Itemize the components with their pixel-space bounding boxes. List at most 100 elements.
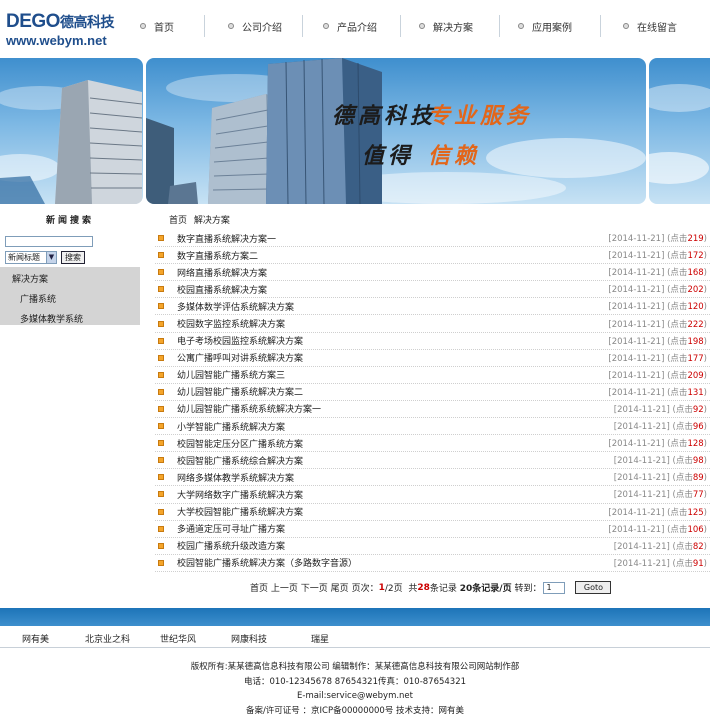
article-meta: [2014-11-21] (点击222) [608, 318, 707, 330]
friend-link[interactable]: 世纪华风 [160, 632, 196, 645]
sky-illustration [649, 84, 710, 184]
category-broadcast[interactable]: 广播系统 [0, 290, 140, 310]
article-meta: [2014-11-21] (点击209) [608, 369, 707, 381]
search-button[interactable]: 搜索 [61, 251, 85, 264]
article-title[interactable]: 电子考场校园监控系统解决方案 [177, 334, 303, 347]
banner-panel-main: 德高科技 专业服务 值得 信赖 [146, 58, 646, 204]
click-prefix: (点击 [672, 404, 693, 415]
nav-cases-label: 应用案例 [532, 22, 572, 34]
pager-prev[interactable]: 上一页 [271, 581, 298, 594]
article-title[interactable]: 多媒体数学评估系统解决方案 [177, 300, 294, 313]
article-title[interactable]: 校园智能定压分区广播系统方案 [177, 437, 303, 450]
click-prefix: (点击 [672, 456, 693, 467]
article-title[interactable]: 大学网络数字广播系统解决方案 [177, 488, 303, 501]
pager-next[interactable]: 下一页 [301, 581, 328, 594]
article-title[interactable]: 多通道定压可寻址广播方案 [177, 522, 285, 535]
friend-link[interactable]: 瑞星 [311, 632, 329, 645]
nav-company[interactable]: 公司介绍 [205, 13, 302, 39]
article-title[interactable]: 校园直播系统解决方案 [177, 283, 267, 296]
click-suffix: ) [703, 473, 707, 484]
article-date: [2014-11-21] [608, 507, 665, 518]
article-date: [2014-11-21] [613, 541, 670, 552]
article-meta: [2014-11-21] (点击219) [608, 232, 707, 244]
article-title[interactable]: 幼儿园智能广播系统解决方案二 [177, 385, 303, 398]
nav-products[interactable]: 产品介绍 [303, 13, 400, 39]
article-title[interactable]: 数字直播系统解决方案一 [177, 232, 276, 245]
article-title[interactable]: 数字直播系统方案二 [177, 249, 258, 262]
article-title[interactable]: 公寓广播呼叫对讲系统解决方案 [177, 351, 303, 364]
click-count: 77 [692, 490, 704, 501]
article-row: 校园数字监控系统解决方案 [2014-11-21] (点击222) [155, 315, 710, 333]
article-date: [2014-11-21] [608, 302, 665, 313]
category-menu: 解决方案 广播系统 多媒体教学系统 [0, 267, 140, 325]
friend-links: 网有美 北京业之科 世纪华风 网康科技 瑞星 [0, 626, 710, 648]
pager-per-page: 20条记录/页 [459, 584, 512, 594]
logo[interactable]: DEGO德高科技 www.webym.net [6, 11, 114, 48]
article-title[interactable]: 网络多媒体教学系统解决方案 [177, 471, 294, 484]
article-meta: [2014-11-21] (点击198) [608, 335, 707, 347]
article-title[interactable]: 校园广播系统升级改造方案 [177, 539, 285, 552]
bullet-icon [518, 23, 524, 29]
pager-total-prefix: 共 [408, 584, 418, 594]
click-count: 177 [687, 353, 704, 364]
nav-cases[interactable]: 应用案例 [500, 13, 600, 39]
click-prefix: (点击 [667, 285, 688, 296]
pager-first[interactable]: 首页 [250, 581, 268, 594]
bullet-icon [158, 388, 164, 395]
article-title[interactable]: 校园数字监控系统解决方案 [177, 317, 285, 330]
article-title[interactable]: 幼儿园智能广播系统系统解决方案一 [177, 402, 321, 415]
article-row: 大学校园智能广播系统解决方案 [2014-11-21] (点击125) [155, 504, 710, 521]
click-count: 172 [687, 251, 704, 262]
friend-link[interactable]: 北京业之科 [85, 632, 130, 645]
article-meta: [2014-11-21] (点击125) [608, 506, 707, 518]
pager-last[interactable]: 尾页 [331, 581, 349, 594]
article-title[interactable]: 校园智能广播系统综合解决方案 [177, 454, 303, 467]
click-suffix: ) [703, 370, 707, 381]
article-title[interactable]: 幼儿园智能广播系统方案三 [177, 368, 285, 381]
article-title[interactable]: 网络直播系统解决方案 [177, 266, 267, 279]
category-multimedia[interactable]: 多媒体教学系统 [0, 310, 140, 330]
bullet-icon [323, 23, 329, 29]
click-suffix: ) [703, 251, 707, 262]
article-meta: [2014-11-21] (点击172) [608, 249, 707, 261]
nav-message[interactable]: 在线留言 [601, 13, 701, 39]
click-suffix: ) [703, 456, 707, 467]
chevron-down-icon: ▼ [46, 252, 56, 263]
search-input[interactable] [5, 236, 93, 247]
bullet-icon [158, 235, 164, 242]
article-date: [2014-11-21] [608, 319, 665, 330]
article-title[interactable]: 校园智能广播系统解决方案（多路数字音源） [177, 556, 357, 569]
article-title[interactable]: 小学智能广播系统解决方案 [177, 420, 285, 433]
category-solutions[interactable]: 解决方案 [0, 270, 140, 290]
article-meta: [2014-11-21] (点击202) [608, 283, 707, 295]
article-meta: [2014-11-21] (点击120) [608, 300, 707, 312]
search-type-select[interactable]: 新闻标题 ▼ [5, 251, 57, 264]
click-prefix: (点击 [667, 234, 688, 245]
article-row: 公寓广播呼叫对讲系统解决方案 [2014-11-21] (点击177) [155, 350, 710, 367]
banner-panel-right [649, 58, 710, 204]
bullet-icon [158, 371, 164, 378]
article-title[interactable]: 大学校园智能广播系统解决方案 [177, 505, 303, 518]
goto-button[interactable]: Goto [575, 581, 612, 594]
click-count: 209 [687, 370, 704, 381]
click-prefix: (点击 [667, 524, 688, 535]
click-suffix: ) [703, 353, 707, 364]
nav-solutions[interactable]: 解决方案 [401, 13, 499, 39]
article-meta: [2014-11-21] (点击96) [614, 420, 707, 432]
slogan-line2-a: 值得 [362, 143, 415, 169]
news-search-title: 新闻搜索 [45, 216, 94, 226]
logo-brand-cn: 德高科技 [59, 14, 115, 30]
click-count: 98 [692, 456, 704, 467]
page-jump-input[interactable]: 1 [543, 581, 566, 594]
friend-link[interactable]: 网有美 [22, 632, 49, 645]
slogan-line2-b: 信赖 [428, 143, 481, 169]
article-row: 校园智能广播系统解决方案（多路数字音源） [2014-11-21] (点击91) [155, 555, 710, 572]
article-meta: [2014-11-21] (点击128) [608, 437, 707, 449]
click-prefix: (点击 [667, 302, 688, 313]
nav-home[interactable]: 首页 [140, 13, 204, 39]
article-row: 小学智能广播系统解决方案 [2014-11-21] (点击96) [155, 418, 710, 436]
email-line[interactable]: E-mail:service@webym.net [0, 689, 710, 704]
friend-link[interactable]: 网康科技 [231, 632, 267, 645]
main-nav: 首页 公司介绍 产品介绍 解决方案 应用案例 在线留言 [140, 13, 710, 39]
nav-company-label: 公司介绍 [242, 22, 282, 34]
